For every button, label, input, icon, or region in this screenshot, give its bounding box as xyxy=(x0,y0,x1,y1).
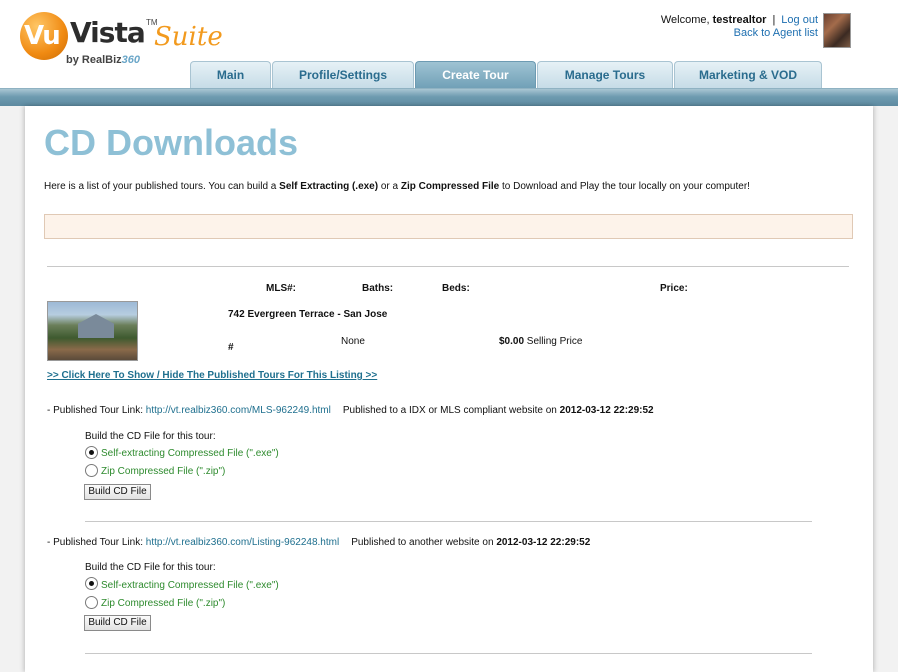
build-cd-button[interactable]: Build CD File xyxy=(84,484,151,500)
tab-manage-tours[interactable]: Manage Tours xyxy=(537,61,673,89)
tour-row: - Published Tour Link: http://vt.realbiz… xyxy=(47,405,654,416)
radio-zip[interactable] xyxy=(85,596,98,609)
mls-value: # xyxy=(228,342,234,353)
logo-360-text: 360 xyxy=(121,54,140,66)
logout-link[interactable]: Log out xyxy=(781,14,818,26)
intro-part: or a xyxy=(378,181,401,192)
price-value: $0.00 Selling Price xyxy=(499,336,582,347)
listing-thumbnail[interactable] xyxy=(47,301,138,361)
notice-box xyxy=(44,214,853,239)
tour-row: - Published Tour Link: http://vt.realbiz… xyxy=(47,537,590,548)
listing-address: 742 Evergreen Terrace - San Jose xyxy=(228,309,388,320)
radio-exe[interactable] xyxy=(85,577,98,590)
published-date: 2012-03-12 22:29:52 xyxy=(496,537,591,548)
username: testrealtor xyxy=(712,14,767,26)
toggle-tours-link[interactable]: >> Click Here To Show / Hide The Publish… xyxy=(47,370,377,381)
beds-header: Beds: xyxy=(442,283,470,294)
intro-bold-zip: Zip Compressed File xyxy=(400,181,500,192)
mls-header: MLS#: xyxy=(266,283,296,294)
header: Vu Vista TM Suite by RealBiz360 Welcome,… xyxy=(0,0,898,90)
welcome-text: Welcome, xyxy=(660,14,713,26)
page-title: CD Downloads xyxy=(44,122,299,163)
divider xyxy=(47,266,849,267)
logo-name: Vista xyxy=(70,16,146,49)
baths-value: None xyxy=(341,336,365,347)
intro-text: Here is a list of your published tours. … xyxy=(44,181,750,192)
logo-badge-text: Vu xyxy=(24,21,61,51)
price-suffix: Selling Price xyxy=(524,336,583,347)
intro-part: Here is a list of your published tours. … xyxy=(44,181,280,192)
tour-link[interactable]: http://vt.realbiz360.com/MLS-962249.html xyxy=(146,405,331,416)
build-label: Build the CD File for this tour: xyxy=(85,431,216,442)
option-exe-label[interactable]: Self-extracting Compressed File (".exe") xyxy=(101,580,279,591)
price-amount: $0.00 xyxy=(499,336,525,347)
tab-create-tour[interactable]: Create Tour xyxy=(415,61,536,89)
logo-by-text: by RealBiz xyxy=(66,54,122,66)
logo-suite: Suite xyxy=(154,22,223,52)
logo-badge: Vu xyxy=(20,12,68,60)
tour-link-prefix: - Published Tour Link: xyxy=(47,405,146,416)
tab-main[interactable]: Main xyxy=(190,61,271,89)
published-text: Published to a IDX or MLS compliant webs… xyxy=(342,405,560,416)
tab-profile-settings[interactable]: Profile/Settings xyxy=(272,61,414,89)
option-exe-label[interactable]: Self-extracting Compressed File (".exe") xyxy=(101,448,279,459)
price-header: Price: xyxy=(660,283,688,294)
tab-marketing-vod[interactable]: Marketing & VOD xyxy=(674,61,822,89)
radio-exe[interactable] xyxy=(85,446,98,459)
intro-part: to Download and Play the tour locally on… xyxy=(499,181,750,192)
divider xyxy=(85,653,812,654)
build-label: Build the CD File for this tour: xyxy=(85,562,216,573)
published-date: 2012-03-12 22:29:52 xyxy=(559,405,654,416)
avatar xyxy=(823,13,851,48)
nav-bar xyxy=(0,88,898,106)
intro-bold-exe: Self Extracting (.exe) xyxy=(279,181,379,192)
option-zip-label[interactable]: Zip Compressed File (".zip") xyxy=(101,466,225,477)
back-to-agent-link[interactable]: Back to Agent list xyxy=(734,27,818,39)
tour-link-prefix: - Published Tour Link: xyxy=(47,537,146,548)
option-zip-label[interactable]: Zip Compressed File (".zip") xyxy=(101,598,225,609)
published-text: Published to another website on xyxy=(351,537,497,548)
divider xyxy=(85,521,812,522)
radio-zip[interactable] xyxy=(85,464,98,477)
welcome-block: Welcome, testrealtor | Log out Back to Age… xyxy=(661,14,818,40)
baths-header: Baths: xyxy=(362,283,394,294)
logo-byline: by RealBiz360 xyxy=(66,54,140,66)
build-cd-button[interactable]: Build CD File xyxy=(84,615,151,631)
separator: | xyxy=(772,14,776,26)
tour-link[interactable]: http://vt.realbiz360.com/Listing-962248.… xyxy=(146,537,339,548)
